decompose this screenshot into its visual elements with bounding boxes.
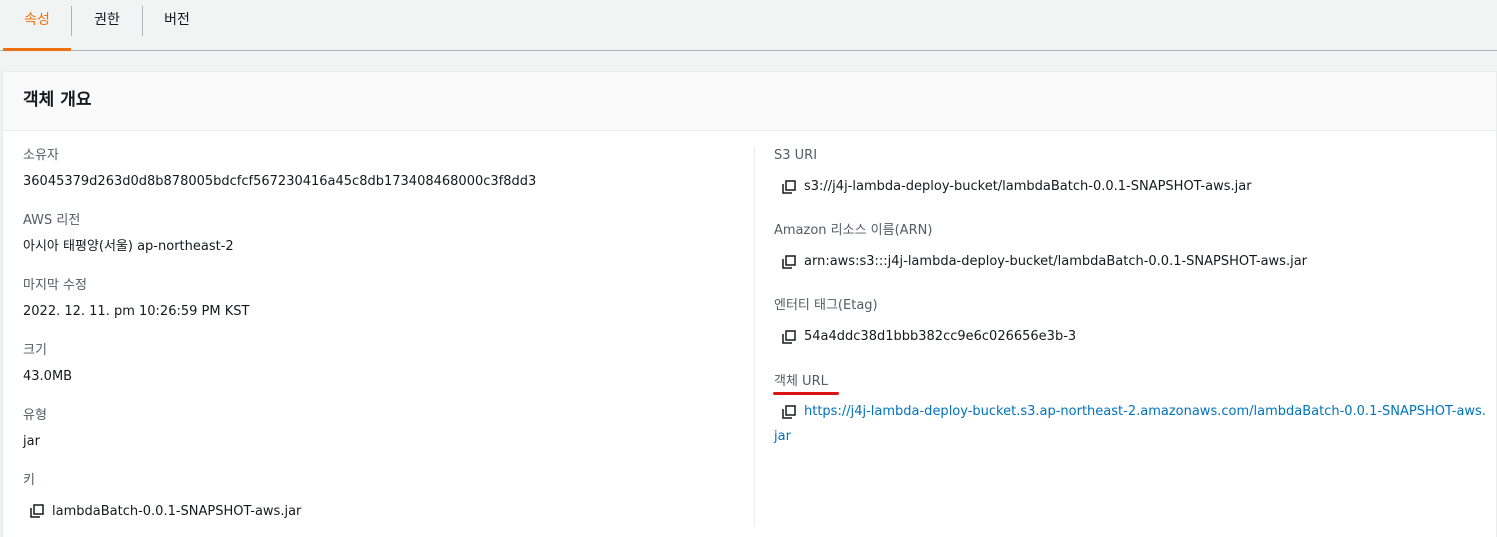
etag-value: 54a4ddc38d1bbb382cc9e6c026656e3b-3 xyxy=(804,329,1077,344)
object-overview-panel: 객체 개요 소유자 36045379d263d0d8b878005bdcfcf5… xyxy=(2,71,1497,537)
object-url-label: 객체 URL xyxy=(774,374,828,389)
copy-icon[interactable] xyxy=(782,330,796,344)
column-divider xyxy=(754,147,755,526)
region-label: AWS 리전 xyxy=(23,213,81,228)
owner-label: 소유자 xyxy=(23,148,59,163)
copy-icon[interactable] xyxy=(782,180,796,194)
key-label: 키 xyxy=(23,473,35,488)
object-url-link-continuation[interactable]: jar xyxy=(774,428,791,446)
key-value: lambdaBatch-0.0.1-SNAPSHOT-aws.jar xyxy=(52,504,302,519)
object-url-link[interactable]: https://j4j-lambda-deploy-bucket.s3.ap-n… xyxy=(804,403,1486,421)
arn-value: arn:aws:s3:::j4j-lambda-deploy-bucket/la… xyxy=(804,254,1308,269)
arn-label: Amazon 리소스 이름(ARN) xyxy=(774,223,933,238)
panel-title: 객체 개요 xyxy=(23,90,92,110)
s3-uri-label: S3 URI xyxy=(774,148,818,163)
type-value: jar xyxy=(23,434,40,449)
copy-icon[interactable] xyxy=(30,504,44,518)
s3-uri-value: s3://j4j-lambda-deploy-bucket/lambdaBatc… xyxy=(804,179,1252,194)
owner-value: 36045379d263d0d8b878005bdcfcf567230416a4… xyxy=(23,174,537,189)
last-modified-label: 마지막 수정 xyxy=(23,278,87,293)
tab-properties[interactable]: 속성 xyxy=(3,0,71,51)
tab-versions[interactable]: 버전 xyxy=(143,0,211,50)
panel-header: 객체 개요 xyxy=(3,72,1496,131)
size-value: 43.0MB xyxy=(23,369,73,384)
region-value: 아시아 태평양(서울) ap-northeast-2 xyxy=(23,239,234,254)
type-label: 유형 xyxy=(23,408,47,423)
tab-permissions[interactable]: 권한 xyxy=(72,0,142,50)
size-label: 크기 xyxy=(23,343,47,358)
copy-icon[interactable] xyxy=(782,405,796,419)
etag-label: 엔터티 태그(Etag) xyxy=(774,298,878,313)
highlight-underline xyxy=(773,392,839,395)
copy-icon[interactable] xyxy=(782,255,796,269)
tab-bar: 속성 권한 버전 xyxy=(0,0,1497,51)
last-modified-value: 2022. 12. 11. pm 10:26:59 PM KST xyxy=(23,304,250,319)
